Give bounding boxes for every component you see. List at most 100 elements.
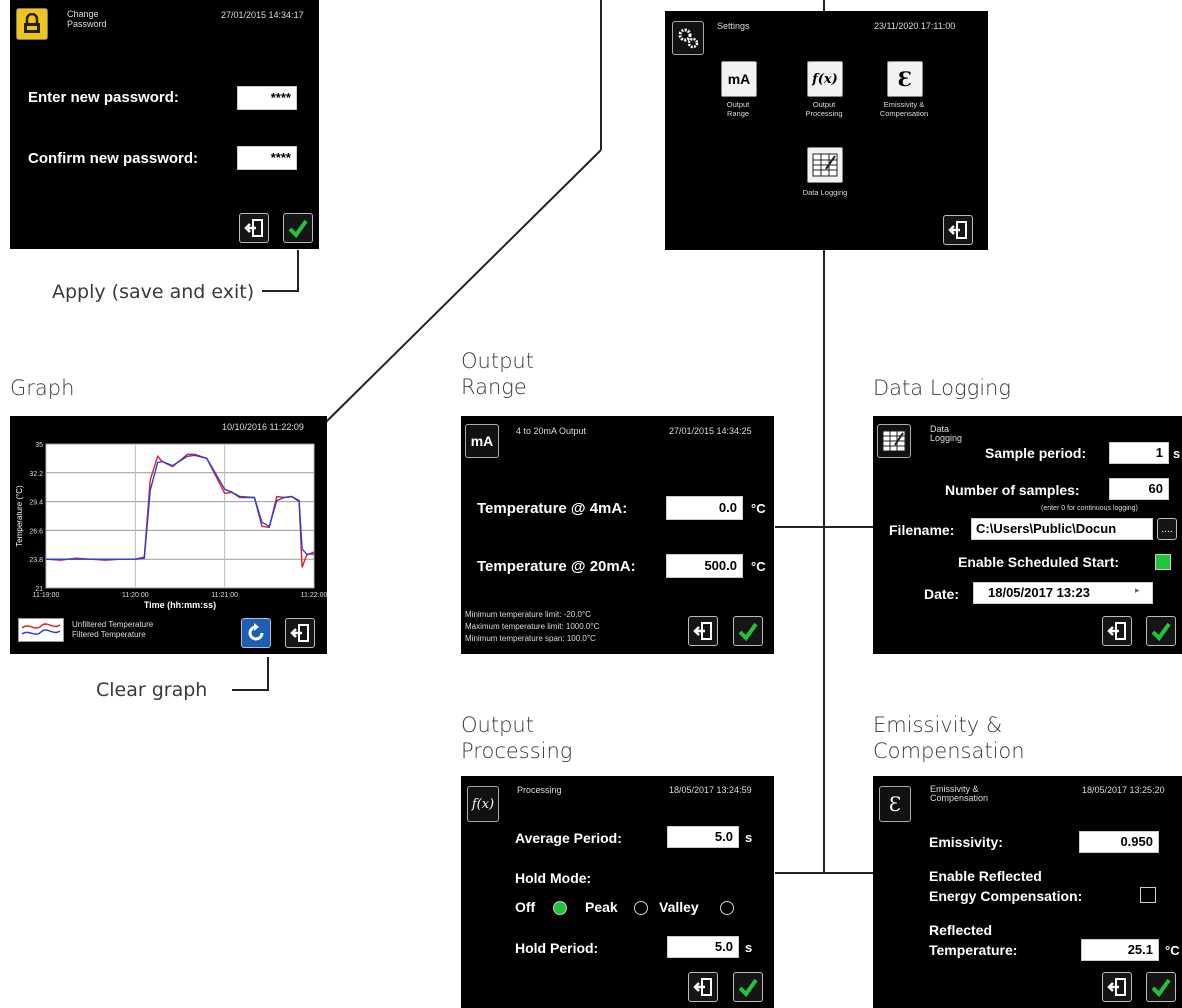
output-processing-tile-label: Output Processing <box>805 100 843 118</box>
x-tick-label: 11:19:00 <box>33 592 60 599</box>
screen-title: Settings <box>717 21 750 31</box>
screen-title: Processing <box>517 785 562 795</box>
new-password-label: Enter new password: <box>28 89 179 106</box>
epsilon-glyph: Ɛ <box>897 67 913 91</box>
exit-button[interactable] <box>688 616 718 646</box>
function-icon: f(x) <box>467 786 499 822</box>
checkmark-icon <box>1151 622 1171 642</box>
sample-period-field[interactable]: 1 <box>1109 442 1169 464</box>
average-period-label: Average Period: <box>515 830 622 846</box>
x-tick-label: 11:22:00 <box>301 592 327 599</box>
hold-peak-radio[interactable] <box>634 901 648 915</box>
apply-button[interactable] <box>733 616 763 646</box>
output-processing-tile[interactable]: f(x) <box>807 61 843 97</box>
data-logging-caption: Data Logging <box>873 376 1011 400</box>
exit-icon <box>693 622 712 640</box>
filename-field[interactable]: C:\Users\Public\Docun <box>971 518 1153 540</box>
y-axis-label: Temperature (°C) <box>15 485 24 547</box>
temp-4ma-field[interactable]: 0.0 <box>666 496 743 520</box>
new-password-field[interactable]: **** <box>237 86 297 110</box>
min-span-note: Minimum temperature span: 100.0°C <box>465 634 596 643</box>
checkmark-icon <box>1151 978 1171 998</box>
number-of-samples-field[interactable]: 60 <box>1109 478 1169 500</box>
browse-button[interactable]: .... <box>1157 518 1177 540</box>
ma-icon: mA <box>465 424 499 458</box>
emissivity-tile[interactable]: Ɛ <box>887 61 923 97</box>
exit-button[interactable] <box>239 213 269 243</box>
hold-valley-radio[interactable] <box>720 901 734 915</box>
clear-graph-callout: Clear graph <box>96 679 208 701</box>
plot-area <box>45 443 315 589</box>
reflected-temp-label-line2: Temperature: <box>929 942 1018 958</box>
data-logging-screen: Data Logging Sample period: 1 s Number o… <box>873 416 1182 654</box>
apply-button[interactable] <box>1146 972 1176 1002</box>
y-tick-label: 32.2 <box>29 471 43 478</box>
graph-caption: Graph <box>10 376 75 400</box>
hold-off-radio[interactable] <box>553 901 567 915</box>
apply-button[interactable] <box>283 213 313 243</box>
filename-label: Filename: <box>889 522 955 538</box>
output-range-screen: mA 4 to 20mA Output 27/01/2015 14:34:25 … <box>461 416 774 654</box>
exit-button[interactable] <box>1102 972 1132 1002</box>
hold-period-field[interactable]: 5.0 <box>667 936 739 958</box>
exit-button[interactable] <box>285 618 315 648</box>
exit-icon <box>244 219 263 237</box>
exit-icon <box>1107 622 1126 640</box>
screen-title-line2: Password <box>67 19 107 29</box>
screen-title-line2: Compensation <box>930 793 989 803</box>
legend-unfiltered: Unfiltered Temperature <box>72 620 154 629</box>
date-picker-arrow[interactable]: ▸ <box>1135 585 1140 596</box>
clear-graph-button[interactable] <box>241 618 271 648</box>
screen-title-line2: Logging <box>930 433 963 443</box>
emissivity-screen: Ɛ Emissivity & Compensation 18/05/2017 1… <box>873 776 1182 1008</box>
continuous-logging-hint: (enter 0 for continuous logging) <box>1041 505 1138 512</box>
reflected-comp-checkbox[interactable] <box>1140 887 1156 903</box>
reflected-comp-label-line2: Energy Compensation: <box>929 888 1083 904</box>
x-axis-label: Time (hh:mm:ss) <box>144 600 216 610</box>
lock-icon <box>16 8 48 40</box>
emissivity-label: Emissivity: <box>929 834 1003 850</box>
average-period-field[interactable]: 5.0 <box>667 826 739 848</box>
temp-20ma-unit: °C <box>751 559 766 574</box>
output-processing-caption: Output Processing <box>461 713 573 763</box>
number-of-samples-label: Number of samples: <box>945 482 1080 498</box>
fx-glyph: f(x) <box>812 71 838 87</box>
ma-glyph: mA <box>727 71 751 87</box>
exit-icon <box>693 978 712 996</box>
exit-icon <box>1107 978 1126 996</box>
output-range-caption: Output Range <box>461 349 534 399</box>
min-limit-note: Minimum temperature limit: -20.0°C <box>465 610 591 619</box>
apply-button[interactable] <box>733 972 763 1002</box>
exit-button[interactable] <box>1102 616 1132 646</box>
screen-title: 4 to 20mA Output <box>516 426 587 436</box>
scheduled-start-checkbox[interactable] <box>1155 554 1171 570</box>
hold-off-label: Off <box>515 899 536 915</box>
reflected-temp-unit: °C <box>1165 943 1180 958</box>
exit-button[interactable] <box>688 972 718 1002</box>
data-logging-tile[interactable] <box>807 147 843 183</box>
x-tick-label: 11:20:00 <box>122 592 149 599</box>
checkmark-icon <box>738 622 758 642</box>
temp-20ma-field[interactable]: 500.0 <box>666 554 743 578</box>
apply-button[interactable] <box>1146 616 1176 646</box>
average-period-unit: s <box>745 830 753 845</box>
change-password-screen: Change Password 27/01/2015 14:34:17 Ente… <box>10 0 319 249</box>
sample-period-unit: s <box>1173 446 1181 461</box>
reflected-comp-label-line1: Enable Reflected <box>929 868 1042 884</box>
hold-period-unit: s <box>745 940 753 955</box>
emissivity-field[interactable]: 0.950 <box>1079 831 1159 853</box>
output-range-tile[interactable]: mA <box>721 61 757 97</box>
emissivity-caption: Emissivity & Compensation <box>873 713 1025 763</box>
screen-title-line1: Change <box>67 9 99 19</box>
exit-button[interactable] <box>943 215 973 245</box>
graph-legend-swatch <box>18 618 64 642</box>
y-tick-label: 29.4 <box>29 500 43 507</box>
confirm-password-field[interactable]: **** <box>237 146 297 170</box>
date-field[interactable]: 18/05/2017 13:23 <box>973 582 1153 604</box>
reflected-temp-field[interactable]: 25.1 <box>1081 939 1159 961</box>
scheduled-start-label: Enable Scheduled Start: <box>958 554 1120 570</box>
date-label: Date: <box>924 586 960 602</box>
screen-timestamp: 18/05/2017 13:25:20 <box>1082 785 1165 795</box>
sample-period-label: Sample period: <box>985 445 1087 461</box>
y-tick-label: 26.6 <box>29 528 43 535</box>
